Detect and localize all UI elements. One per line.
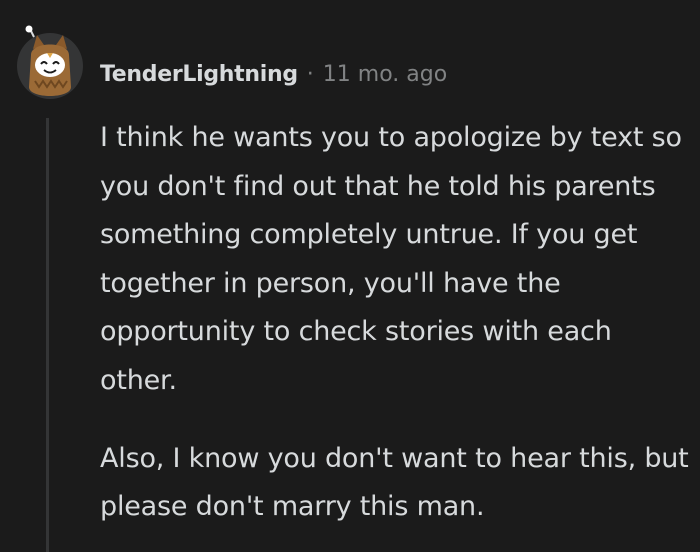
user-avatar-icon[interactable] [17, 25, 83, 105]
comment: TenderLightning · 11 mo. ago I think he … [0, 0, 700, 552]
comment-body: I think he wants you to apologize by tex… [100, 114, 690, 532]
comment-paragraph-1: I think he wants you to apologize by tex… [100, 122, 682, 396]
thread-collapse-line[interactable] [46, 118, 49, 552]
owl-snoo-avatar-icon [17, 25, 83, 99]
comment-meta: TenderLightning · 11 mo. ago [100, 57, 447, 91]
comment-timestamp[interactable]: 11 mo. ago [323, 62, 447, 87]
comment-paragraph-2: Also, I know you don't want to hear this… [100, 442, 689, 523]
username-link[interactable]: TenderLightning [100, 62, 298, 87]
meta-separator: · [306, 61, 314, 87]
